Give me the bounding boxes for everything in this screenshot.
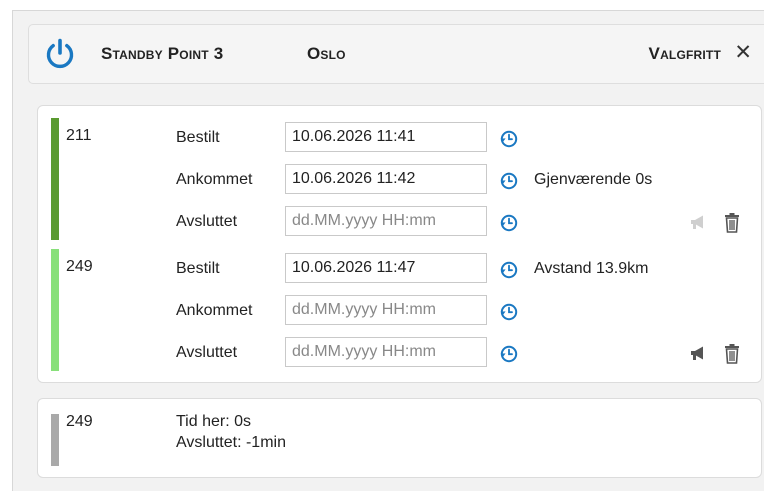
timestamp-row-bestilt: Bestilt Avstand 13.9km [38, 253, 763, 285]
datetime-input[interactable] [285, 164, 487, 194]
city-label: Oslo [307, 44, 346, 63]
timestamp-label: Ankommet [176, 171, 253, 188]
power-icon[interactable] [43, 37, 77, 71]
megaphone-icon[interactable] [688, 343, 708, 363]
history-icon[interactable] [498, 128, 519, 149]
timestamp-label: Ankommet [176, 302, 253, 319]
timestamp-row-ankommet: Ankommet Gjenværende 0s [38, 164, 763, 196]
timestamp-row-ankommet: Ankommet [38, 295, 763, 327]
history-icon[interactable] [498, 301, 519, 322]
datetime-input[interactable] [285, 122, 487, 152]
summary-card: 249 Tid her: 0s Avsluttet: -1min [37, 398, 762, 478]
history-icon[interactable] [498, 170, 519, 191]
datetime-input[interactable] [285, 295, 487, 325]
trash-icon[interactable] [723, 343, 741, 364]
timestamp-label: Avsluttet [176, 213, 238, 230]
history-icon[interactable] [498, 343, 519, 364]
timestamp-label: Avsluttet [176, 344, 238, 361]
close-icon[interactable]: ✕ [734, 42, 752, 64]
status-bar [51, 414, 59, 466]
megaphone-icon[interactable] [688, 212, 708, 232]
trash-icon[interactable] [723, 212, 741, 233]
vehicle-list-card: 211BestiltAnkommetGjenværende 0sAvslutte… [37, 105, 762, 383]
datetime-input[interactable] [285, 337, 487, 367]
vehicle-entry: 211BestiltAnkommetGjenværende 0sAvslutte… [38, 118, 763, 241]
standby-point-header: Standby Point 3 Oslo Valgfritt ✕ [28, 24, 764, 84]
time-here-label: Tid her: 0s [176, 413, 251, 430]
timestamp-label: Bestilt [176, 260, 220, 277]
vehicle-entry: 249BestiltAvstand 13.9kmAnkommetAvslutte… [38, 249, 763, 372]
status-note: Gjenværende 0s [534, 171, 653, 188]
finished-label: Avsluttet: -1min [176, 434, 286, 451]
history-icon[interactable] [498, 259, 519, 280]
timestamp-row-avsluttet: Avsluttet [38, 206, 763, 238]
optional-label: Valgfritt [648, 44, 721, 63]
timestamp-row-avsluttet: Avsluttet [38, 337, 763, 369]
standby-point-title: Standby Point 3 [101, 44, 224, 63]
datetime-input[interactable] [285, 253, 487, 283]
history-icon[interactable] [498, 212, 519, 233]
timestamp-label: Bestilt [176, 129, 220, 146]
vehicle-id: 249 [66, 413, 93, 430]
datetime-input[interactable] [285, 206, 487, 236]
timestamp-row-bestilt: Bestilt [38, 122, 763, 154]
status-note: Avstand 13.9km [534, 260, 649, 277]
